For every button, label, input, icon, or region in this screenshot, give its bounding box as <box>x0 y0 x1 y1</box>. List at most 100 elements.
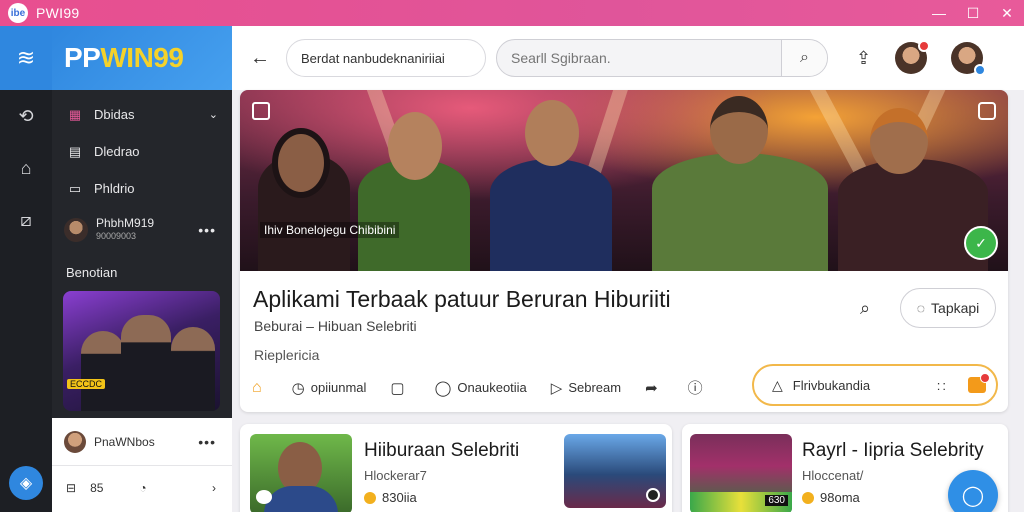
user-name: PhbhM919 <box>96 216 155 230</box>
action-info[interactable]: ⓘ <box>688 377 709 398</box>
channel-label: PnaWNbos <box>94 434 155 449</box>
more-options-icon[interactable]: ••• <box>198 222 216 238</box>
avatar <box>64 430 86 453</box>
chevron-right-icon[interactable]: › <box>212 481 216 495</box>
chat-icon: ◯ <box>434 379 452 397</box>
sidebar-user[interactable]: PhbhM919 90009003 ••• <box>52 207 232 253</box>
hero-caption: Ihiv Bonelojegu Chibibini <box>260 222 400 238</box>
coin-icon <box>802 491 814 504</box>
action-clock[interactable]: ◷ opiiunmal <box>292 379 367 397</box>
profile-avatar[interactable] <box>951 42 987 76</box>
menu-icon[interactable]: ≋ <box>0 26 52 90</box>
sidebar-item-label: Dbidas <box>94 107 135 122</box>
back-arrow-icon[interactable]: ← <box>250 47 278 70</box>
action-forward[interactable]: ➦ <box>645 379 664 397</box>
card-secondary-image[interactable] <box>564 434 666 508</box>
clipboard-icon: ▤ <box>68 143 82 159</box>
hero-image[interactable]: Ihiv Bonelojegu Chibibini ✓ <box>240 90 1008 271</box>
rail-edit-icon[interactable]: ⧄ <box>0 194 52 246</box>
search-bar: ⌕ <box>496 39 828 77</box>
status-badge <box>974 64 987 76</box>
meta-text: Rieplericia <box>254 347 320 363</box>
sidebar-item-dbidas[interactable]: ▦ Dbidas ⌄ <box>52 96 232 133</box>
page-title: Aplikami Terbaak patuur Beruran Hiburiit… <box>253 286 671 312</box>
bag-icon[interactable] <box>968 373 990 393</box>
content-card[interactable]: Hiiburaan Selebriti Hlockerar7 830iia <box>240 424 672 512</box>
brand-part2: WIN99 <box>100 42 184 73</box>
clock-icon: ◷ <box>291 379 305 397</box>
card-thumbnail[interactable]: 630 <box>690 434 792 512</box>
sidebar-thumbnail[interactable]: ECCDC <box>63 291 220 411</box>
search-input[interactable] <box>497 40 781 76</box>
rail-refresh-icon[interactable]: ⟲ <box>0 90 52 142</box>
sidebar-item-dledrao[interactable]: ▤ Dledrao <box>52 133 232 170</box>
expand-icon[interactable]: :: <box>937 378 948 393</box>
thumbnail-badge: ECCDC <box>67 379 106 389</box>
views-count: 830iia <box>382 490 417 505</box>
card-sub: Hlockerar7 <box>364 468 427 483</box>
avatar[interactable] <box>895 40 931 74</box>
minimize-button[interactable]: — <box>922 0 956 26</box>
card-views: 98oma <box>802 490 860 505</box>
action-home[interactable]: ⌂ <box>252 379 268 397</box>
action-bar: ⌂ ◷ opiiunmal ▢ ◯ Onaukeotiia ▷ Sebream ➦ ⓘ <box>252 377 733 398</box>
action-label: Sebream <box>568 380 622 395</box>
home-icon: ⌂ <box>252 378 262 396</box>
card-sub: Hloccenat/ <box>802 468 864 483</box>
card-views: 830iia <box>364 490 417 505</box>
more-options-icon[interactable]: ••• <box>198 434 216 450</box>
sidebar-bottom-panel: PnaWNbos ••• ⊟ 85 ◔ › <box>52 418 232 512</box>
comment-icon: ▢ <box>390 379 405 397</box>
footer-count: 85 <box>90 481 104 495</box>
action-label: Onaukeotiia <box>457 380 527 395</box>
check-icon[interactable]: ✓ <box>964 226 998 260</box>
action-comment[interactable]: ▢ <box>390 379 410 397</box>
play-icon[interactable] <box>256 490 272 504</box>
left-rail: ≋ ⟲ ⌂ ⧄ ◈ <box>0 26 52 512</box>
chat-icon: ◌ <box>916 300 926 316</box>
window-title: PWI99 <box>36 5 80 21</box>
featured-card: Ihiv Bonelojegu Chibibini ✓ Aplikami Ter… <box>240 90 1008 412</box>
brand-logo[interactable]: PP WIN99 <box>52 26 232 90</box>
gallery-icon[interactable] <box>252 102 270 120</box>
avatar <box>64 218 88 242</box>
copy-icon[interactable] <box>978 102 996 120</box>
chat-bubble-icon: ◯ <box>961 484 985 507</box>
user-sub: 90009003 <box>96 231 137 241</box>
sidebar-channel-row[interactable]: PnaWNbos ••• <box>52 418 232 466</box>
rail-shield-icon[interactable]: ◈ <box>9 466 43 500</box>
card-thumbnail[interactable] <box>250 434 352 512</box>
share-icon: ▷ <box>550 379 563 397</box>
coin-icon <box>364 491 376 504</box>
action-share[interactable]: ▷ Sebream <box>551 379 621 397</box>
forward-icon: ➦ <box>645 379 658 397</box>
maximize-button[interactable]: ☐ <box>956 0 990 26</box>
document-icon: ▭ <box>68 180 82 196</box>
chat-support-button[interactable]: ◯ <box>948 470 998 512</box>
highlight-pill[interactable]: △ Flrivbukandia :: <box>752 364 998 406</box>
views-count: 98oma <box>820 490 860 505</box>
tap-button[interactable]: ◌ Tapkapi <box>900 288 996 328</box>
close-button[interactable]: ✕ <box>990 0 1024 26</box>
action-chat[interactable]: ◯ Onaukeotiia <box>435 379 527 397</box>
search-icon[interactable]: ⌕ <box>860 298 870 319</box>
sidebar-item-phldrio[interactable]: ▭ Phldrio <box>52 170 232 207</box>
rail-home-icon[interactable]: ⌂ <box>0 142 52 194</box>
chevron-down-icon[interactable]: ⌄ <box>209 108 218 121</box>
pie-icon[interactable]: ◔ <box>139 481 146 495</box>
upload-icon[interactable]: ⇪ <box>856 48 871 69</box>
gamepad-icon[interactable]: ⊟ <box>66 481 76 495</box>
subtitle: Beburai – Hibuan Selebriti <box>254 318 417 334</box>
app-logo-icon: ibe <box>8 3 28 23</box>
top-header: ← Berdat nanbudeknaniriiai ⌕ ⇪ <box>232 26 1024 90</box>
card-title: Rayrl - Iipria Selebrity <box>802 440 984 461</box>
tap-button-label: Tapkapi <box>931 300 980 316</box>
info-icon: ⓘ <box>687 380 703 397</box>
app-logo-text: ibe <box>10 7 26 19</box>
search-icon[interactable]: ⌕ <box>781 40 827 76</box>
pill-label: Flrivbukandia <box>792 377 871 393</box>
card-image-badge: 630 <box>765 495 788 506</box>
brand-part1: PP <box>64 42 101 73</box>
sidebar-footer-row: ⊟ 85 ◔ › <box>52 466 232 510</box>
breadcrumb[interactable]: Berdat nanbudeknaniriiai <box>286 39 486 77</box>
